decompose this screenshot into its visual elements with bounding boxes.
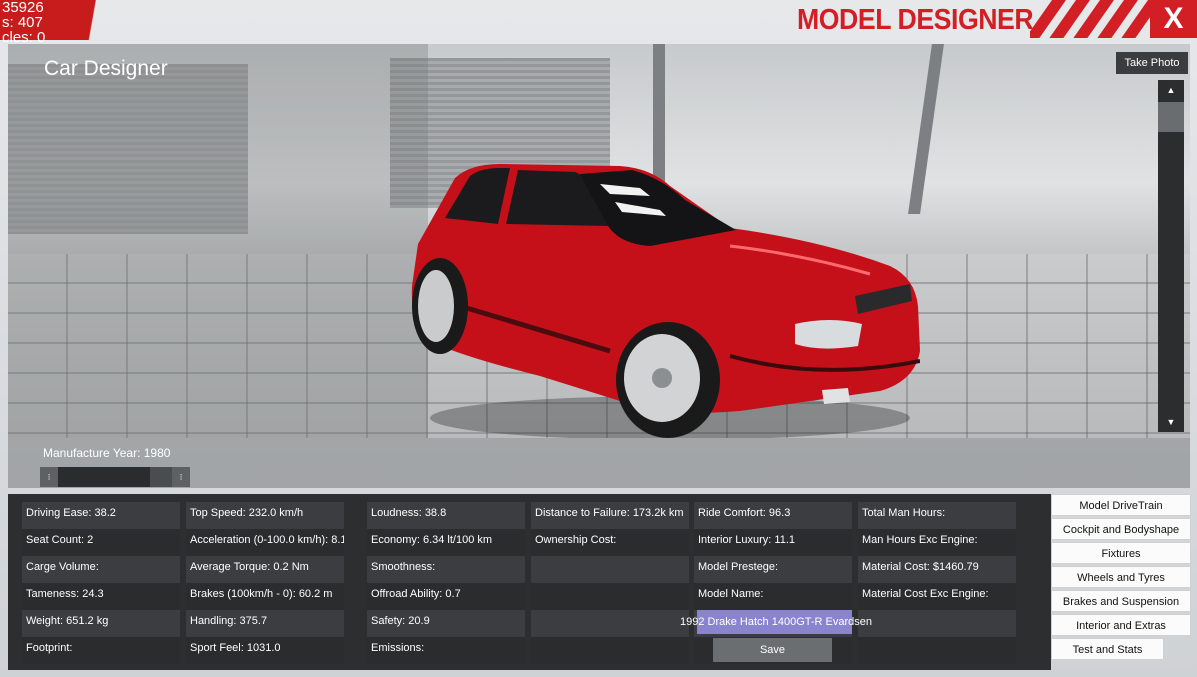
car-model[interactable] <box>400 156 920 438</box>
stats-column-3: Loudness: 38.8 Economy: 6.34 lt/100 km S… <box>367 502 525 664</box>
manufacture-year-label: Manufacture Year: 1980 <box>43 446 171 460</box>
debug-line-1: 35926 <box>2 0 44 15</box>
stat-material-cost: Material Cost: $1460.79 <box>858 556 1016 583</box>
stat-economy: Economy: 6.34 lt/100 km <box>367 529 525 556</box>
stats-panel: Driving Ease: 38.2 Seat Count: 2 Carge V… <box>8 494 1051 670</box>
viewport-overlay-panel <box>8 44 428 438</box>
debug-stats: 35926 s: 407 cles: 0 <box>0 0 112 45</box>
stat-footprint: Footprint: <box>22 637 180 664</box>
stats-column-1: Driving Ease: 38.2 Seat Count: 2 Carge V… <box>22 502 180 664</box>
car-viewport[interactable]: Car Designer Take Photo ▲ ▼ <box>8 44 1190 438</box>
stat-material-cost-exc-engine: Material Cost Exc Engine: <box>858 583 1016 610</box>
stat-model-prestige: Model Prestege: <box>694 556 852 583</box>
stat-top-speed: Top Speed: 232.0 km/h <box>186 502 344 529</box>
stat-total-man-hours: Total Man Hours: <box>858 502 1016 529</box>
stat-sport-feel: Sport Feel: 1031.0 <box>186 637 344 664</box>
stat-ride-comfort: Ride Comfort: 96.3 <box>694 502 852 529</box>
viewport-title: Car Designer <box>44 57 168 80</box>
stat-handling: Handling: 375.7 <box>186 610 344 637</box>
menu-model-drivetrain[interactable]: Model DriveTrain <box>1051 494 1191 516</box>
menu-test-stats[interactable]: Test and Stats <box>1051 638 1164 660</box>
scroll-down-icon[interactable]: ▼ <box>1158 412 1184 432</box>
menu-brakes-suspension[interactable]: Brakes and Suspension <box>1051 590 1191 612</box>
menu-wheels-tyres[interactable]: Wheels and Tyres <box>1051 566 1191 588</box>
slider-right-handle[interactable]: ⁝ <box>172 467 190 487</box>
menu-fixtures[interactable]: Fixtures <box>1051 542 1191 564</box>
stat-seat-count: Seat Count: 2 <box>22 529 180 556</box>
designer-menu: Model DriveTrain Cockpit and Bodyshape F… <box>1051 494 1191 662</box>
debug-line-2: s: 407 <box>2 15 43 30</box>
manufacture-year-slider[interactable]: ⁝ ⁝ <box>40 467 190 487</box>
stat-offroad-ability: Offroad Ability: 0.7 <box>367 583 525 610</box>
stat-brakes: Brakes (100km/h - 0): 60.2 m <box>186 583 344 610</box>
slider-left-handle[interactable]: ⁝ <box>40 467 58 487</box>
stat-tameness: Tameness: 24.3 <box>22 583 180 610</box>
stat-interior-luxury: Interior Luxury: 11.1 <box>694 529 852 556</box>
slider-thumb[interactable] <box>150 467 172 487</box>
close-button[interactable]: X <box>1150 0 1197 38</box>
stat-acceleration: Acceleration (0-100.0 km/h): 8.15 <box>186 529 344 556</box>
stat-smoothness: Smoothness: <box>367 556 525 583</box>
stat-empty <box>858 637 1016 664</box>
stat-man-hours-exc-engine: Man Hours Exc Engine: <box>858 529 1016 556</box>
debug-line-3: cles: 0 <box>2 30 46 45</box>
stat-empty <box>858 610 1016 637</box>
stats-column-2: Top Speed: 232.0 km/h Acceleration (0-10… <box>186 502 344 664</box>
stat-emissions: Emissions: <box>367 637 525 664</box>
stat-average-torque: Average Torque: 0.2 Nm <box>186 556 344 583</box>
menu-interior-extras[interactable]: Interior and Extras <box>1051 614 1191 636</box>
menu-cockpit-bodyshape[interactable]: Cockpit and Bodyshape <box>1051 518 1191 540</box>
header-stripes <box>1030 0 1150 38</box>
scroll-up-icon[interactable]: ▲ <box>1158 80 1184 100</box>
stat-safety: Safety: 20.9 <box>367 610 525 637</box>
stats-column-6: Total Man Hours: Man Hours Exc Engine: M… <box>858 502 1016 664</box>
stat-loudness: Loudness: 38.8 <box>367 502 525 529</box>
stat-empty <box>531 637 689 664</box>
stat-empty <box>531 556 689 583</box>
model-name-input[interactable]: 1992 Drake Hatch 1400GT-R Evardsen <box>680 610 872 634</box>
stat-cargo-volume: Carge Volume: <box>22 556 180 583</box>
manufacture-year-panel: Manufacture Year: 1980 ⁝ ⁝ <box>8 438 1190 488</box>
page-title: MODEL DESIGNER <box>797 4 1034 36</box>
save-button[interactable]: Save <box>713 638 832 662</box>
stat-distance-to-failure: Distance to Failure: 173.2k km <box>531 502 689 529</box>
viewport-scrollbar[interactable]: ▲ ▼ <box>1158 80 1184 432</box>
stat-model-name-label: Model Name: <box>694 583 852 610</box>
stat-driving-ease: Driving Ease: 38.2 <box>22 502 180 529</box>
stat-empty <box>531 583 689 610</box>
stat-ownership-cost: Ownership Cost: <box>531 529 689 556</box>
stat-empty <box>531 610 689 637</box>
take-photo-button[interactable]: Take Photo <box>1116 52 1188 74</box>
stats-column-4: Distance to Failure: 173.2k km Ownership… <box>531 502 689 664</box>
scroll-thumb[interactable] <box>1158 102 1184 132</box>
stat-weight: Weight: 651.2 kg <box>22 610 180 637</box>
